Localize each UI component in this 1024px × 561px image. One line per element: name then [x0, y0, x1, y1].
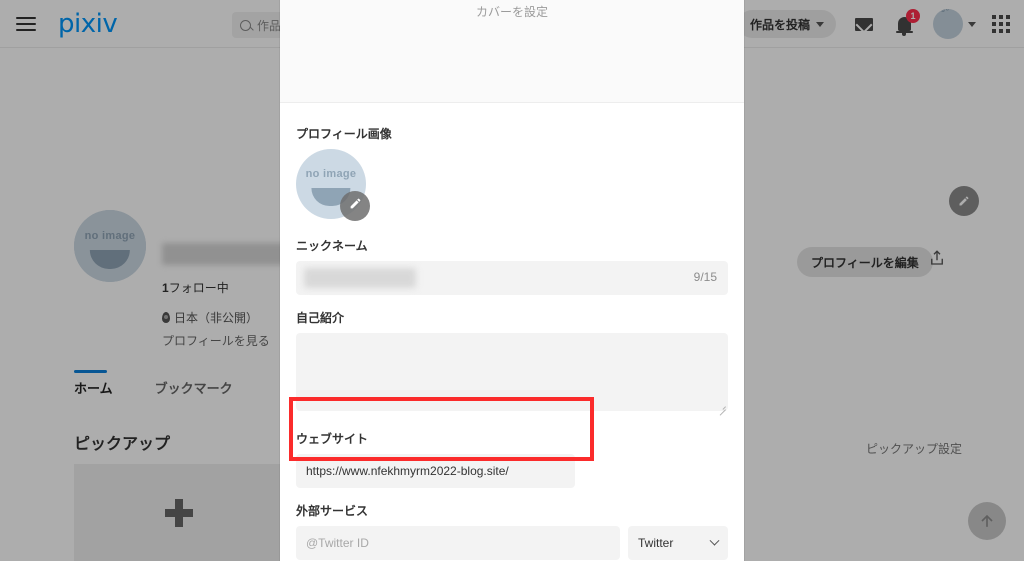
external-service-label: 外部サービス — [296, 504, 369, 518]
external-service-row: Twitter — [296, 526, 728, 560]
website-label: ウェブサイト — [296, 432, 369, 446]
external-service-field: 外部サービス Twitter サービスを追加 — [296, 502, 728, 561]
screen: pixiv 作品を 作品を投稿 1 nO — [0, 0, 1024, 561]
cover-upload-label: カバーを設定 — [475, 5, 548, 19]
nickname-input-row: 9/15 — [296, 261, 728, 295]
service-id-input[interactable] — [296, 526, 620, 560]
nickname-label: ニックネーム — [296, 239, 368, 253]
edit-profile-dialog: カバーを設定 プロフィール画像 no image ニックネーム 9/15 自己紹… — [280, 0, 744, 561]
nickname-counter: 9/15 — [693, 270, 717, 284]
service-type-value: Twitter — [638, 536, 674, 550]
chevron-down-icon — [709, 535, 720, 546]
service-id-wrap — [296, 526, 620, 560]
bio-label: 自己紹介 — [296, 311, 345, 325]
website-input-row — [296, 454, 728, 488]
profile-image-placeholder-text: no image — [305, 168, 357, 181]
profile-image-uploader[interactable]: no image — [296, 149, 370, 221]
bio-input-row — [296, 333, 728, 416]
profile-image-label: プロフィール画像 — [296, 127, 392, 141]
profile-image-field: プロフィール画像 no image — [296, 125, 728, 221]
nickname-field: ニックネーム 9/15 — [296, 237, 728, 295]
pencil-icon — [349, 197, 362, 215]
edit-avatar-button[interactable] — [340, 191, 370, 221]
website-field: ウェブサイト — [296, 430, 728, 488]
bio-field: 自己紹介 — [296, 309, 728, 416]
cover-upload-area[interactable]: カバーを設定 — [280, 0, 744, 103]
nickname-value-redacted — [304, 268, 416, 288]
website-input[interactable] — [296, 454, 575, 488]
dialog-body: プロフィール画像 no image ニックネーム 9/15 自己紹介 ウェブサイ… — [280, 103, 744, 561]
service-type-select[interactable]: Twitter — [628, 526, 728, 560]
bio-textarea[interactable] — [296, 333, 728, 411]
